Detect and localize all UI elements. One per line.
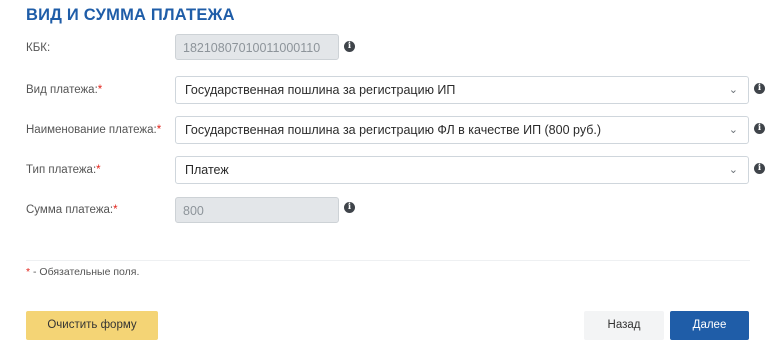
payment-type-value: Государственная пошлина за регистрацию И… (185, 83, 456, 97)
payment-type-row: Вид платежа:* Государственная пошлина за… (0, 76, 777, 104)
info-icon[interactable]: i (344, 202, 355, 213)
payment-kind-row: Тип платежа:* Платеж ⌄ i (0, 156, 777, 184)
next-button[interactable]: Далее (670, 311, 749, 340)
kbk-row: КБК: 18210807010011000110 i (0, 34, 777, 62)
clear-form-button[interactable]: Очистить форму (26, 311, 158, 340)
payment-name-row: Наименование платежа:* Государственная п… (0, 116, 777, 144)
info-icon[interactable]: i (754, 123, 765, 134)
payment-name-select[interactable]: Государственная пошлина за регистрацию Ф… (175, 116, 749, 144)
payment-type-select[interactable]: Государственная пошлина за регистрацию И… (175, 76, 749, 104)
chevron-down-icon: ⌄ (728, 164, 738, 176)
amount-field: 800 (175, 197, 339, 223)
payment-kind-select[interactable]: Платеж ⌄ (175, 156, 749, 184)
chevron-down-icon: ⌄ (728, 84, 738, 96)
kbk-label: КБК: (26, 42, 51, 54)
info-icon[interactable]: i (754, 83, 765, 94)
back-button[interactable]: Назад (584, 311, 664, 340)
info-icon[interactable]: i (754, 163, 765, 174)
amount-row: Сумма платежа:* 800 i (0, 196, 777, 224)
payment-name-value: Государственная пошлина за регистрацию Ф… (185, 123, 602, 137)
payment-kind-label: Тип платежа:* (26, 164, 101, 176)
divider (26, 260, 750, 261)
payment-type-label: Вид платежа:* (26, 84, 103, 96)
kbk-field: 18210807010011000110 (175, 34, 339, 60)
chevron-down-icon: ⌄ (728, 124, 738, 136)
payment-name-label: Наименование платежа:* (26, 124, 162, 136)
section-title: ВИД И СУММА ПЛАТЕЖА (26, 6, 235, 24)
payment-kind-value: Платеж (185, 163, 229, 177)
info-icon[interactable]: i (344, 41, 355, 52)
required-fields-note: * - Обязательные поля. (26, 266, 140, 278)
amount-label: Сумма платежа:* (26, 204, 118, 216)
